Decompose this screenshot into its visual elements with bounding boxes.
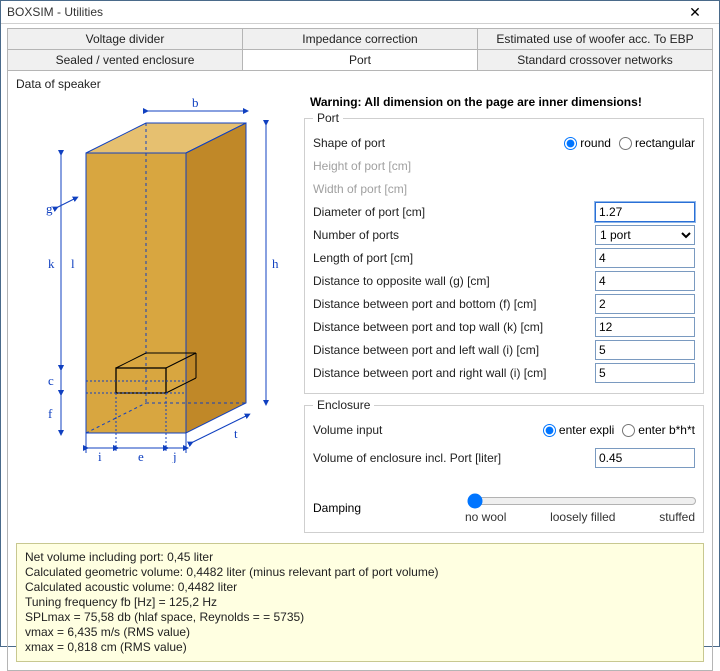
dist-opposite-wall-label: Distance to opposite wall (g) [cm] xyxy=(313,274,595,288)
result-geometric-volume: Calculated geometric volume: 0,4482 lite… xyxy=(25,565,695,580)
dist-left-label: Distance between port and left wall (i) … xyxy=(313,343,595,357)
section-data-of-speaker: Data of speaker xyxy=(16,75,704,93)
dist-left-input[interactable] xyxy=(595,340,695,360)
enclosure-fieldset: Enclosure Volume input enter expli enter… xyxy=(304,398,704,533)
dim-j-label: j xyxy=(172,449,177,463)
length-of-port-input[interactable] xyxy=(595,248,695,268)
tabs: Voltage divider Impedance correction Est… xyxy=(1,24,719,671)
dim-i-label: i xyxy=(98,449,102,463)
form-column: Warning: All dimension on the page are i… xyxy=(304,93,704,537)
diameter-of-port-label: Diameter of port [cm] xyxy=(313,205,595,219)
tab-row-2: Sealed / vented enclosure Port Standard … xyxy=(7,49,713,70)
tab-crossover[interactable]: Standard crossover networks xyxy=(478,49,713,70)
damping-label: Damping xyxy=(313,501,465,515)
shape-round-radio[interactable] xyxy=(564,137,577,150)
dim-t-label: t xyxy=(234,426,238,441)
dim-e-label: e xyxy=(138,449,144,463)
damping-mark-stuffed: stuffed xyxy=(659,510,695,524)
result-xmax: xmax = 0,818 cm (RMS value) xyxy=(25,640,695,655)
length-of-port-label: Length of port [cm] xyxy=(313,251,595,265)
volume-incl-port-input[interactable] xyxy=(595,448,695,468)
volume-input-bht-radio[interactable] xyxy=(622,424,635,437)
volume-input-bht-option[interactable]: enter b*h*t xyxy=(622,423,695,437)
tab-body: Data of speaker xyxy=(7,70,713,671)
diameter-of-port-input[interactable] xyxy=(595,202,695,222)
results-panel: Net volume including port: 0,45 liter Ca… xyxy=(16,543,704,662)
dist-opposite-wall-input[interactable] xyxy=(595,271,695,291)
dim-b-label: b xyxy=(192,95,199,110)
height-of-port-label: Height of port [cm] xyxy=(313,159,695,173)
dist-right-label: Distance between port and right wall (i)… xyxy=(313,366,595,380)
tab-impedance-correction[interactable]: Impedance correction xyxy=(243,28,478,49)
port-fieldset: Port Shape of port round rectangular Hei… xyxy=(304,111,704,394)
result-vmax: vmax = 6,435 m/s (RMS value) xyxy=(25,625,695,640)
enclosure-legend: Enclosure xyxy=(313,398,374,412)
dim-f-label: f xyxy=(48,406,53,421)
shape-rect-option[interactable]: rectangular xyxy=(619,136,695,150)
volume-input-expli-option[interactable]: enter expli xyxy=(543,423,614,437)
tab-ebp[interactable]: Estimated use of woofer acc. To EBP xyxy=(478,28,713,49)
dist-bottom-label: Distance between port and bottom (f) [cm… xyxy=(313,297,595,311)
dim-c-label: c xyxy=(48,373,54,388)
damping-mark-no-wool: no wool xyxy=(465,510,506,524)
window: BOXSIM - Utilities ✕ Voltage divider Imp… xyxy=(0,0,720,647)
width-of-port-label: Width of port [cm] xyxy=(313,182,695,196)
tab-voltage-divider[interactable]: Voltage divider xyxy=(7,28,243,49)
warning-text: Warning: All dimension on the page are i… xyxy=(304,93,704,111)
dist-top-label: Distance between port and top wall (k) [… xyxy=(313,320,595,334)
shape-round-option[interactable]: round xyxy=(564,136,611,150)
dim-g-label: g xyxy=(46,201,53,216)
result-net-volume: Net volume including port: 0,45 liter xyxy=(25,550,695,565)
dist-top-input[interactable] xyxy=(595,317,695,337)
dim-h-label: h xyxy=(272,256,279,271)
dim-k-label: k xyxy=(48,256,55,271)
dim-l-label: l xyxy=(71,256,75,271)
damping-slider[interactable] xyxy=(467,493,697,509)
shape-rect-radio[interactable] xyxy=(619,137,632,150)
result-splmax: SPLmax = 75,58 db (hlaf space, Reynolds … xyxy=(25,610,695,625)
result-tuning-freq: Tuning frequency fb [Hz] = 125,2 Hz xyxy=(25,595,695,610)
number-of-ports-select[interactable]: 1 port xyxy=(595,225,695,245)
shape-of-port-label: Shape of port xyxy=(313,136,564,150)
tab-port[interactable]: Port xyxy=(243,49,478,70)
volume-input-label: Volume input xyxy=(313,423,543,437)
diagram-column: b h t g k xyxy=(16,93,296,537)
volume-input-expli-radio[interactable] xyxy=(543,424,556,437)
tab-row-1: Voltage divider Impedance correction Est… xyxy=(7,28,713,49)
dist-bottom-input[interactable] xyxy=(595,294,695,314)
port-legend: Port xyxy=(313,111,343,125)
number-of-ports-label: Number of ports xyxy=(313,228,595,242)
close-button[interactable]: ✕ xyxy=(677,1,713,23)
result-acoustic-volume: Calculated acoustic volume: 0,4482 liter xyxy=(25,580,695,595)
dist-right-input[interactable] xyxy=(595,363,695,383)
enclosure-diagram: b h t g k xyxy=(16,93,286,463)
titlebar: BOXSIM - Utilities ✕ xyxy=(1,1,719,24)
damping-mark-loosely: loosely filled xyxy=(550,510,615,524)
volume-incl-port-label: Volume of enclosure incl. Port [liter] xyxy=(313,451,595,465)
tab-sealed-vented[interactable]: Sealed / vented enclosure xyxy=(7,49,243,70)
window-title: BOXSIM - Utilities xyxy=(7,5,677,19)
